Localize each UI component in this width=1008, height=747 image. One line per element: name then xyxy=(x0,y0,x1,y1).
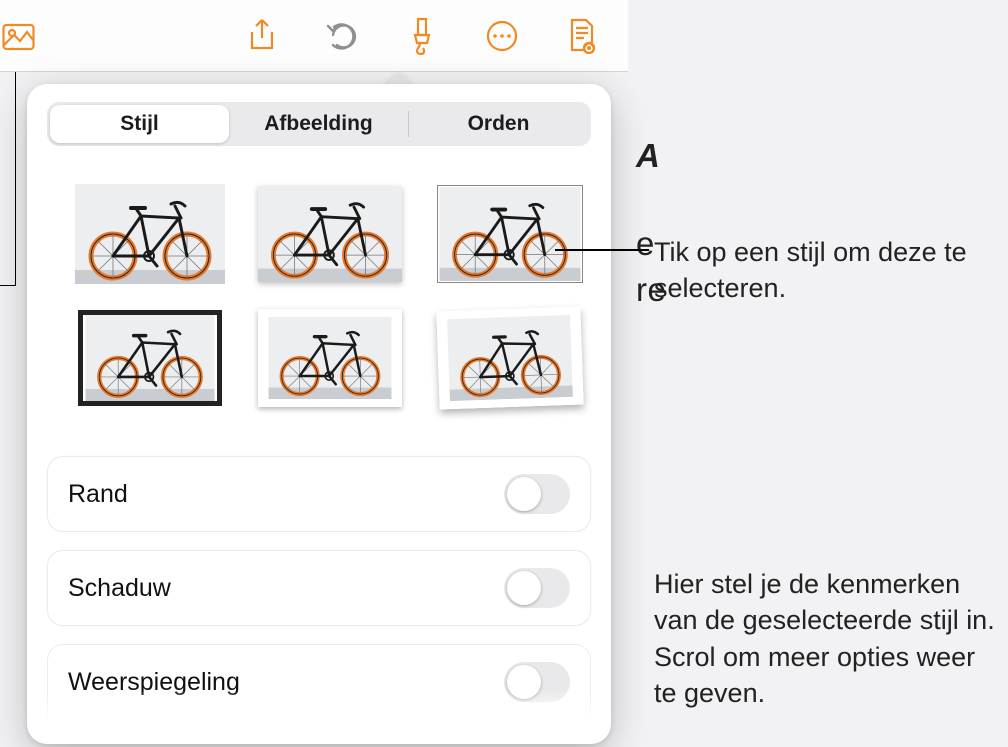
callout-leader-1 xyxy=(555,249,649,251)
tab-label: Orden xyxy=(468,112,530,136)
style-thumbnails xyxy=(75,184,583,408)
tab-stijl[interactable]: Stijl xyxy=(50,105,229,143)
tab-label: Stijl xyxy=(120,112,159,136)
undo-icon[interactable] xyxy=(320,14,364,58)
format-brush-icon[interactable] xyxy=(400,14,444,58)
tab-label: Afbeelding xyxy=(264,112,373,136)
style-thumb-white-frame[interactable] xyxy=(255,308,405,408)
option-label: Weerspiegeling xyxy=(68,668,240,697)
switch-weerspiegeling[interactable] xyxy=(504,662,570,702)
option-label: Schaduw xyxy=(68,574,171,603)
document-preview-icon[interactable] xyxy=(560,14,604,58)
photos-icon[interactable] xyxy=(0,14,44,58)
tab-orden[interactable]: Orden xyxy=(409,105,588,143)
style-thumb-shadow[interactable] xyxy=(255,184,405,284)
option-row-schaduw[interactable]: Schaduw xyxy=(47,550,591,626)
format-popover: Stijl Afbeelding Orden Rand xyxy=(27,84,611,744)
style-options: Rand Schaduw Weerspiegeling xyxy=(47,456,591,738)
switch-rand[interactable] xyxy=(504,474,570,514)
switch-schaduw[interactable] xyxy=(504,568,570,608)
callout-select-style: Tik op een stijl om deze te selecteren. xyxy=(654,234,994,307)
style-thumb-plain[interactable] xyxy=(75,184,225,284)
top-toolbar xyxy=(0,0,628,72)
callout-style-attributes: Hier stel je de kenmerken van de geselec… xyxy=(654,566,1004,712)
document-body-fragment: A e re xyxy=(636,72,1006,372)
option-row-weerspiegeling[interactable]: Weerspiegeling xyxy=(47,644,591,720)
option-row-rand[interactable]: Rand xyxy=(47,456,591,532)
style-thumb-thick-border[interactable] xyxy=(75,308,225,408)
style-thumb-tilted-frame[interactable] xyxy=(435,308,585,408)
tab-afbeelding[interactable]: Afbeelding xyxy=(229,105,408,143)
share-icon[interactable] xyxy=(240,14,284,58)
tab-segmented-control: Stijl Afbeelding Orden xyxy=(47,102,591,146)
option-label: Rand xyxy=(68,480,128,509)
style-thumb-thin-border[interactable] xyxy=(435,184,585,284)
more-icon[interactable] xyxy=(480,14,524,58)
